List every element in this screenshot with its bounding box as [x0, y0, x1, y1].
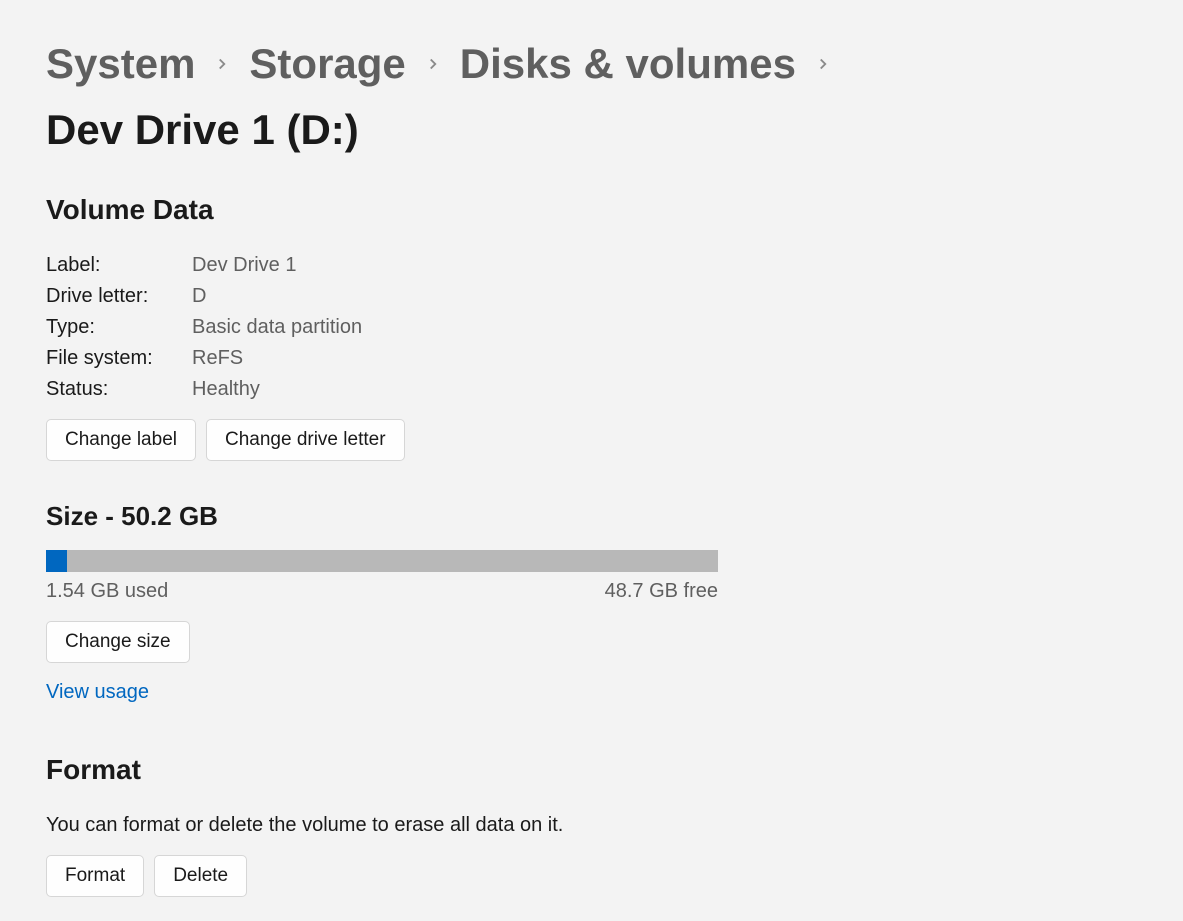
volume-data-section: Volume Data Label: Dev Drive 1 Drive let…: [46, 194, 1137, 461]
status-value: Healthy: [192, 378, 260, 401]
type-key: Type:: [46, 316, 192, 339]
chevron-right-icon: [213, 55, 231, 73]
change-drive-letter-button[interactable]: Change drive letter: [206, 419, 405, 461]
storage-progress-bar: [46, 550, 718, 572]
size-heading: Size - 50.2 GB: [46, 501, 1137, 532]
breadcrumb-system[interactable]: System: [46, 40, 195, 88]
view-usage-link[interactable]: View usage: [46, 681, 149, 704]
filesystem-key: File system:: [46, 347, 192, 370]
type-value: Basic data partition: [192, 316, 362, 339]
size-buttons: Change size: [46, 621, 1137, 663]
row-status: Status: Healthy: [46, 378, 1137, 401]
label-value: Dev Drive 1: [192, 254, 296, 277]
row-label: Label: Dev Drive 1: [46, 254, 1137, 277]
row-drive-letter: Drive letter: D: [46, 285, 1137, 308]
format-section: Format You can format or delete the volu…: [46, 754, 1137, 897]
change-label-button[interactable]: Change label: [46, 419, 196, 461]
breadcrumb-storage[interactable]: Storage: [249, 40, 405, 88]
format-description: You can format or delete the volume to e…: [46, 814, 1137, 837]
volume-data-heading: Volume Data: [46, 194, 1137, 226]
size-section: Size - 50.2 GB 1.54 GB used 48.7 GB free…: [46, 501, 1137, 704]
volume-data-table: Label: Dev Drive 1 Drive letter: D Type:…: [46, 254, 1137, 401]
row-type: Type: Basic data partition: [46, 316, 1137, 339]
drive-letter-key: Drive letter:: [46, 285, 192, 308]
volume-data-buttons: Change label Change drive letter: [46, 419, 1137, 461]
status-key: Status:: [46, 378, 192, 401]
breadcrumb: System Storage Disks & volumes Dev Drive…: [46, 40, 1137, 154]
change-size-button[interactable]: Change size: [46, 621, 190, 663]
format-heading: Format: [46, 754, 1137, 786]
label-key: Label:: [46, 254, 192, 277]
used-label: 1.54 GB used: [46, 580, 168, 603]
breadcrumb-disks-volumes[interactable]: Disks & volumes: [460, 40, 796, 88]
format-buttons: Format Delete: [46, 855, 1137, 897]
usage-row: 1.54 GB used 48.7 GB free: [46, 580, 718, 603]
chevron-right-icon: [814, 55, 832, 73]
drive-letter-value: D: [192, 285, 206, 308]
filesystem-value: ReFS: [192, 347, 243, 370]
free-label: 48.7 GB free: [605, 580, 718, 603]
delete-button[interactable]: Delete: [154, 855, 247, 897]
breadcrumb-current: Dev Drive 1 (D:): [46, 106, 359, 154]
row-filesystem: File system: ReFS: [46, 347, 1137, 370]
format-button[interactable]: Format: [46, 855, 144, 897]
storage-progress-fill: [46, 550, 67, 572]
chevron-right-icon: [424, 55, 442, 73]
